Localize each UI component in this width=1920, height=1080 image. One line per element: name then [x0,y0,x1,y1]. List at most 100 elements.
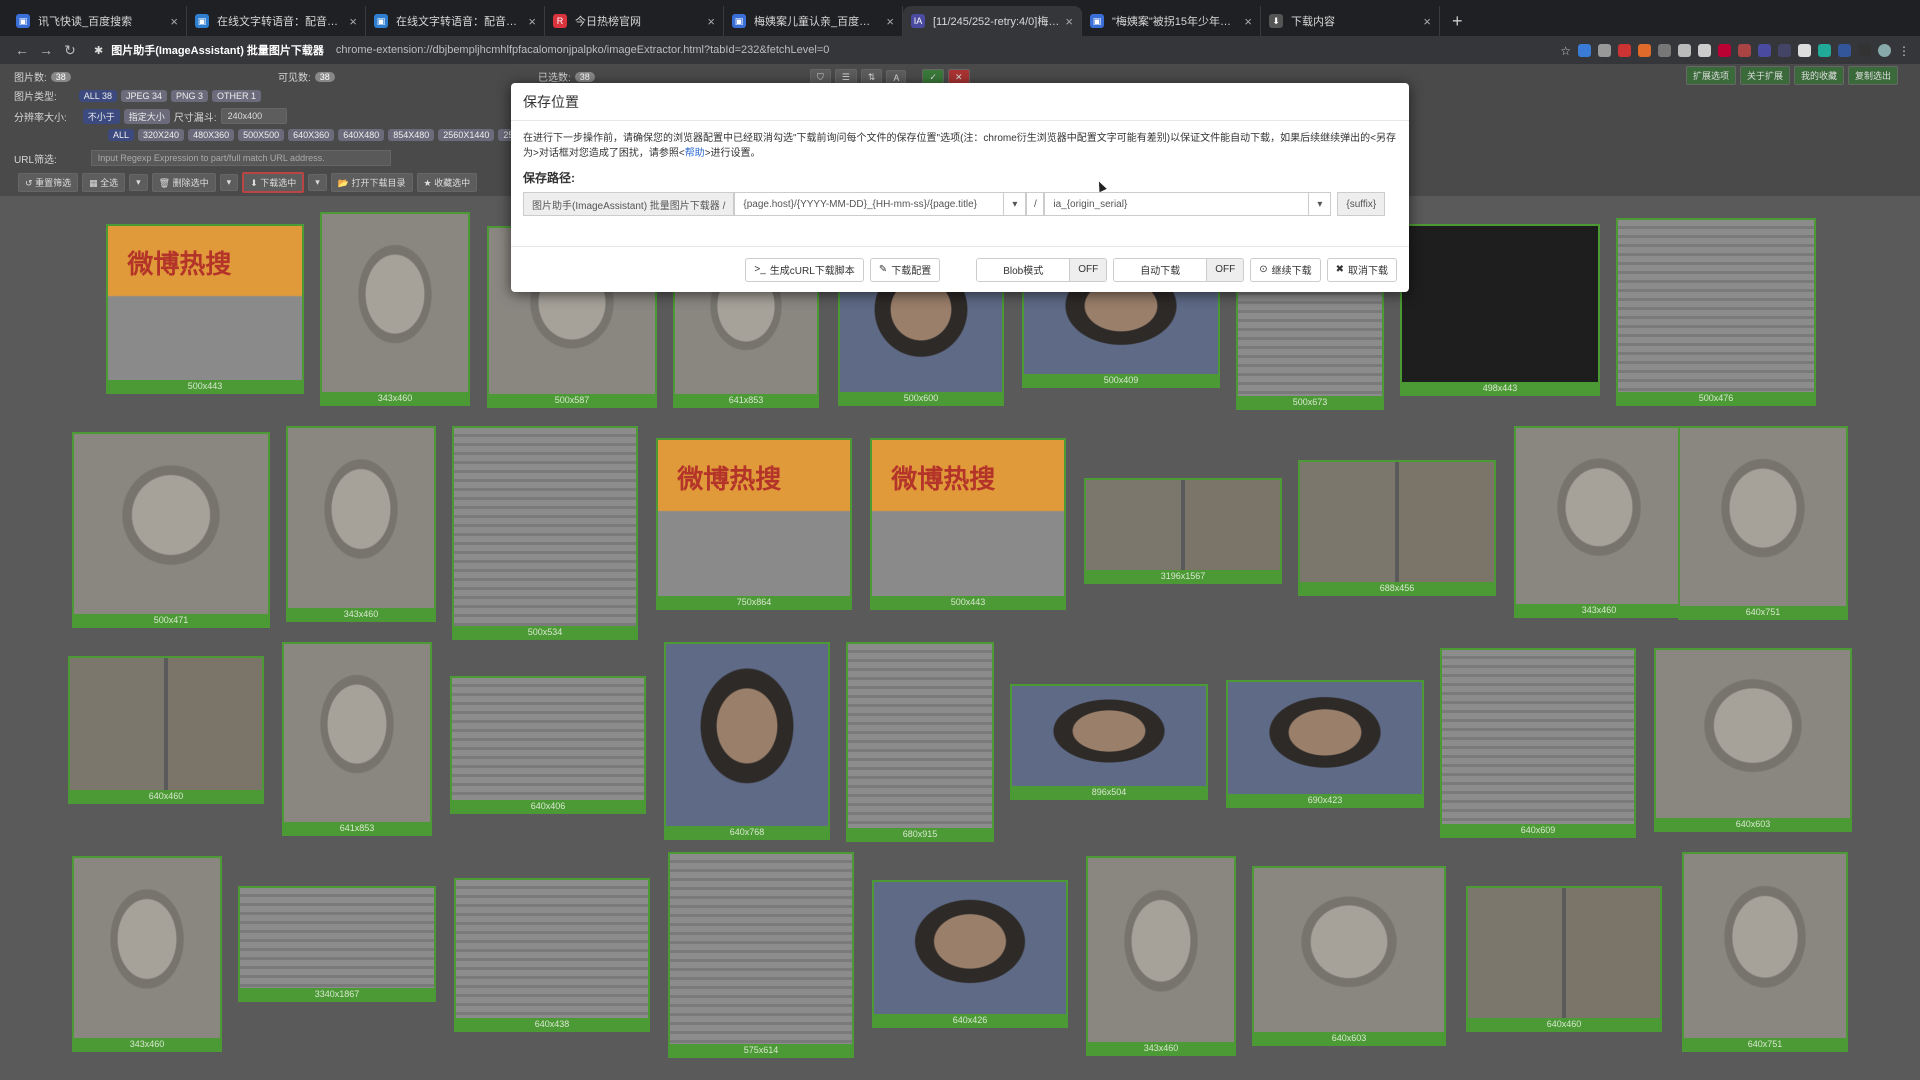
browser-tab[interactable]: IA [11/245/252-retry:4/0]梅姨案儿 × [903,6,1082,36]
image-thumbnail[interactable]: 343x460 [72,856,222,1052]
browser-tab[interactable]: R 今日热榜官网 × [545,6,724,36]
image-thumbnail[interactable]: 500x534 [452,426,638,640]
image-thumbnail[interactable]: 500x476 [1616,218,1816,406]
type-jpeg[interactable]: JPEG 34 [120,89,168,102]
continue-download-button[interactable]: ⊙ 继续下载 [1250,257,1321,282]
chevron-down-icon[interactable]: ▾ [308,174,327,191]
image-thumbnail[interactable]: 690x423 [1226,680,1424,808]
browser-tab[interactable]: ▣ 在线文字转语音：配音软件、语 × [366,6,545,36]
reload-icon[interactable]: ↻ [58,42,82,59]
panel-action-button[interactable]: 🗑 删除选中 [151,173,216,192]
image-thumbnail[interactable]: 498x443 [1400,224,1600,396]
image-thumbnail[interactable]: 500x471 [72,432,270,628]
filename-template-dropdown-icon[interactable]: ▾ [1309,192,1332,216]
panel-action-button[interactable]: 📂 打开下载目录 [330,173,413,192]
chevron-down-icon[interactable]: ▾ [129,174,148,191]
image-thumbnail[interactable]: 640x751 [1678,426,1848,620]
ext-icon-6[interactable] [1678,43,1691,57]
ext-icon-12[interactable] [1798,43,1811,57]
path-template-input[interactable]: {page.host}/{YYYY-MM-DD}_{HH-mm-ss}/{pag… [734,192,1005,216]
new-tab-button[interactable]: + [1440,6,1475,36]
image-thumbnail[interactable]: 640x426 [872,880,1068,1028]
res-specify-button[interactable]: 指定大小 [123,108,170,124]
image-thumbnail[interactable]: 640x460 [1466,886,1662,1032]
image-thumbnail[interactable]: 575x614 [668,852,854,1058]
tab-close-icon[interactable]: × [886,14,894,29]
ext-icon-3[interactable] [1618,43,1631,57]
image-thumbnail[interactable]: 680x915 [846,642,994,842]
browser-tab[interactable]: ⬇ 下载内容 × [1261,6,1440,36]
image-thumbnail[interactable]: 640x603 [1252,866,1446,1046]
blob-mode-toggle[interactable]: Blob模式 OFF [976,257,1108,282]
image-thumbnail[interactable]: 640x406 [450,676,646,814]
ext-icon-5[interactable] [1658,43,1671,57]
image-thumbnail[interactable]: 640x768 [664,642,830,840]
tab-close-icon[interactable]: × [1065,14,1073,29]
panel-right-action-button[interactable]: 我的收藏 [1794,66,1845,85]
size-preset-button[interactable]: ALL [108,129,135,141]
browser-tab[interactable]: ▣ "梅姨案"被拐15年少年找到 警方 × [1082,6,1261,36]
size-filter-select[interactable]: 240x400 [220,108,287,124]
panel-right-action-button[interactable]: 扩展选项 [1686,66,1737,85]
tab-close-icon[interactable]: × [170,14,178,29]
browser-tab[interactable]: ▣ 梅姨案儿童认亲_百度图片搜索 × [724,6,903,36]
size-preset-button[interactable]: 640X480 [338,129,385,141]
panel-right-action-button[interactable]: 关于扩展 [1740,66,1791,85]
back-icon[interactable]: ← [10,42,34,58]
image-thumbnail[interactable]: 500x443 [106,224,304,394]
tab-close-icon[interactable]: × [349,14,357,29]
size-preset-button[interactable]: 854X480 [388,129,435,141]
tab-close-icon[interactable]: × [707,14,715,29]
image-thumbnail[interactable]: 343x460 [320,212,470,406]
type-png[interactable]: PNG 3 [171,89,209,102]
image-thumbnail[interactable]: 688x456 [1298,460,1496,596]
image-thumbnail[interactable]: 640x751 [1682,852,1848,1052]
image-thumbnail[interactable]: 3196x1567 [1084,478,1282,584]
image-thumbnail[interactable]: 641x853 [282,642,432,836]
type-other[interactable]: OTHER 1 [212,89,262,102]
size-preset-button[interactable]: 320X240 [138,129,185,141]
ext-icon-15[interactable] [1858,43,1871,57]
generate-curl-button[interactable]: >_ 生成cURL下载脚本 [745,257,864,282]
image-thumbnail[interactable]: 896x504 [1010,684,1208,800]
tab-close-icon[interactable]: × [1423,14,1431,29]
size-preset-button[interactable]: 480X360 [188,129,235,141]
image-thumbnail[interactable]: 343x460 [1514,426,1684,618]
ext-icon-13[interactable] [1818,43,1831,57]
chevron-down-icon[interactable]: ▾ [219,174,239,191]
filename-template-input[interactable]: ia_{origin_serial} [1044,192,1310,216]
image-thumbnail[interactable]: 500x443 [870,438,1066,610]
download-config-button[interactable]: ✎ 下载配置 [869,257,941,282]
profile-avatar-icon[interactable] [1878,43,1891,57]
panel-action-button[interactable]: ⬇ 下载选中 [242,172,305,193]
ext-icon-14[interactable] [1838,43,1851,57]
ext-icon-7[interactable] [1698,43,1711,57]
ext-icon-1[interactable] [1578,43,1591,57]
panel-action-button[interactable]: ↺ 重置筛选 [18,173,79,192]
size-preset-button[interactable]: 500X500 [238,129,285,141]
help-link[interactable]: 帮助 [685,148,705,159]
image-thumbnail[interactable]: 640x438 [454,878,650,1032]
url-filter-input[interactable]: Input Regexp Expression to part/full mat… [90,150,391,166]
ext-icon-9[interactable] [1738,43,1751,57]
image-thumbnail[interactable]: 3340x1867 [238,886,436,1002]
image-thumbnail[interactable]: 750x864 [656,438,852,610]
auto-download-toggle[interactable]: 自动下载 OFF [1113,257,1245,282]
ext-icon-4[interactable] [1638,43,1651,57]
image-thumbnail[interactable]: 343x460 [286,426,436,622]
panel-right-action-button[interactable]: 复制选出 [1848,66,1899,85]
size-preset-button[interactable]: 2560X1440 [438,129,495,141]
panel-action-button[interactable]: ★ 收藏选中 [416,173,478,192]
browser-tab[interactable]: ▣ 在线文字转语音：配音软件、语 × [187,6,366,36]
cancel-download-button[interactable]: ✖ 取消下载 [1326,257,1397,282]
tab-close-icon[interactable]: × [528,14,536,29]
size-preset-button[interactable]: 640X360 [288,129,335,141]
panel-action-button[interactable]: ▦ 全选 [82,173,126,192]
address-bar[interactable]: ✱ 图片助手(ImageAssistant) 批量图片下载器 chrome-ex… [94,39,1560,61]
type-all[interactable]: ALL 38 [78,89,117,102]
image-thumbnail[interactable]: 640x603 [1654,648,1852,832]
image-thumbnail[interactable]: 640x609 [1440,648,1636,838]
menu-icon[interactable]: ⋮ [1898,44,1910,58]
forward-icon[interactable]: → [34,42,58,58]
ext-icon-10[interactable] [1758,43,1771,57]
